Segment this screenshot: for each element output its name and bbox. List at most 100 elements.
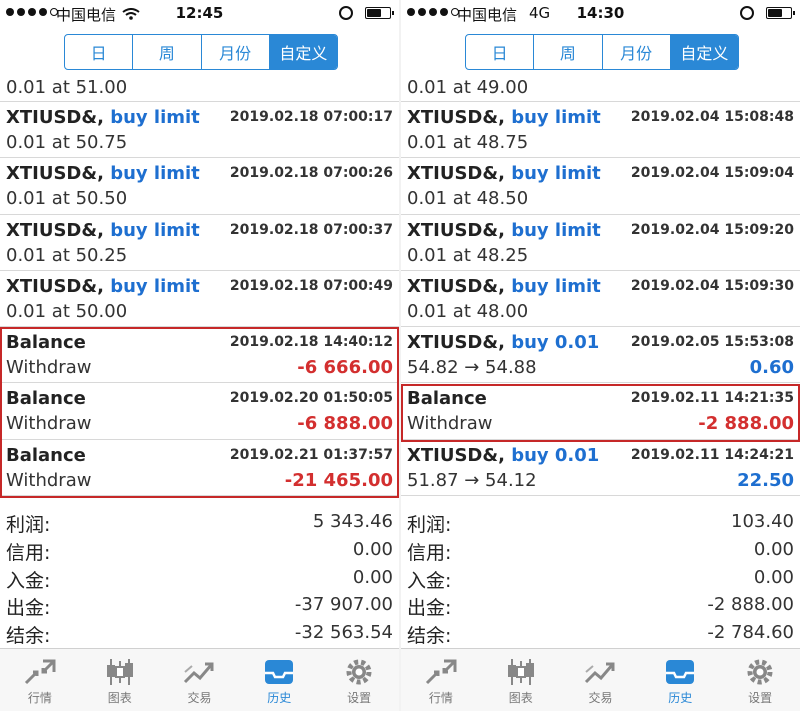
history-row[interactable]: XTIUSD&, buy 0.01 2019.02.05 15:53:08 54.8… — [401, 327, 800, 384]
tab-settings[interactable]: 设置 — [319, 649, 399, 711]
row-detail: 0.01 at 48.50 — [407, 188, 529, 210]
tab-label: 交易 — [588, 691, 613, 705]
bottom-tab-bar: 行情 图表 交易 历史 设置 — [0, 648, 399, 711]
arrows-icon — [0, 657, 80, 687]
row-datetime: 2019.02.18 07:00:37 — [229, 221, 393, 238]
symbol-name: Balance — [407, 388, 487, 410]
segment-custom[interactable]: 自定义 — [269, 35, 337, 69]
row-detail: 0.01 at 50.00 — [6, 300, 128, 322]
history-row[interactable]: Balance 2019.02.11 14:21:35 Withdraw -2 888… — [401, 383, 800, 440]
row-datetime: 2019.02.04 15:09:30 — [630, 277, 794, 294]
tab-label: 设置 — [748, 691, 773, 705]
row-detail: 0.01 at 48.75 — [407, 132, 529, 153]
row-detail: 0.01 at 48.25 — [407, 244, 529, 266]
summary-value: -2 888.00 — [707, 594, 794, 616]
symbol-name: XTIUSD&, — [6, 163, 104, 185]
segment-week[interactable]: 周 — [534, 35, 603, 69]
trend-icon — [561, 657, 641, 687]
tab-quotes[interactable]: 行情 — [0, 649, 80, 711]
list-item-fragment: 0.01 at 51.00 — [0, 74, 399, 102]
row-datetime: 2019.02.04 15:09:04 — [630, 165, 794, 182]
history-row[interactable]: XTIUSD&, buy limit 2019.02.04 15:08:48 0.0… — [401, 102, 800, 159]
summary-value: 0.00 — [352, 566, 393, 588]
history-row[interactable]: XTIUSD&, buy limit 2019.02.18 07:00:26 0.0… — [0, 158, 399, 215]
history-row[interactable]: XTIUSD&, buy limit 2019.02.18 07:00:17 0.0… — [0, 102, 399, 159]
summary-value: -2 784.60 — [707, 622, 794, 644]
order-action: buy 0.01 — [511, 444, 600, 466]
order-action: buy limit — [110, 275, 200, 297]
order-action: buy limit — [511, 275, 601, 297]
order-action: buy limit — [110, 163, 200, 185]
tab-trade[interactable]: 交易 — [160, 649, 240, 711]
tab-charts[interactable]: 图表 — [80, 649, 160, 711]
history-row[interactable]: Balance 2019.02.18 14:40:12 Withdraw -6 666… — [0, 327, 399, 384]
history-row[interactable]: Balance 2019.02.21 01:37:57 Withdraw -21 46… — [0, 440, 399, 497]
symbol-name: XTIUSD&, — [407, 107, 505, 128]
status-bar: 中国电信 4G 14:30 — [401, 0, 800, 26]
summary-value: 103.40 — [731, 511, 794, 532]
history-row[interactable]: XTIUSD&, buy limit 2019.02.18 07:00:37 0.0… — [0, 215, 399, 271]
left-phone-screen: 中国电信 12:45 日周月份 自定义 0.01 at 51.00 XTIUSD&, bu… — [0, 0, 399, 711]
battery-icon — [766, 7, 795, 19]
row-symbol: XTIUSD&, buy limit — [6, 107, 200, 128]
segment-day[interactable]: 日 — [65, 35, 134, 69]
summary-label: 出金: — [407, 597, 452, 620]
tab-label: 历史 — [668, 691, 693, 705]
order-action: buy limit — [511, 219, 601, 241]
history-row[interactable]: XTIUSD&, buy limit 2019.02.04 15:09:04 0.0… — [401, 158, 800, 215]
row-symbol: XTIUSD&, buy 0.01 — [407, 445, 599, 466]
segment-month[interactable]: 月份 — [603, 35, 671, 69]
period-segmented-control: 日周月份 自定义 — [465, 34, 739, 70]
row-symbol: XTIUSD&, buy limit — [6, 163, 200, 184]
tab-label: 设置 — [347, 691, 372, 705]
row-detail: 54.82 → 54.88 — [407, 357, 537, 379]
tab-quotes[interactable]: 行情 — [401, 649, 481, 711]
row-symbol: XTIUSD&, buy limit — [6, 276, 200, 297]
summary-label: 利润: — [6, 514, 51, 536]
row-amount: -2 888.00 — [698, 413, 794, 435]
segment-month[interactable]: 月份 — [202, 35, 270, 69]
tab-charts[interactable]: 图表 — [481, 649, 561, 711]
row-datetime: 2019.02.11 14:21:35 — [630, 390, 794, 407]
row-detail: 0.01 at 48.00 — [407, 300, 529, 322]
row-detail: Withdraw — [6, 357, 92, 379]
tab-history[interactable]: 历史 — [239, 649, 319, 711]
row-datetime: 2019.02.18 07:00:26 — [229, 165, 393, 182]
alarm-icon — [339, 6, 353, 20]
tab-settings[interactable]: 设置 — [720, 649, 800, 711]
history-row[interactable]: XTIUSD&, buy limit 2019.02.04 15:09:30 0.0… — [401, 271, 800, 328]
account-summary: 利润: 5 343.46 信用: 0.00 入金: 0.00 出金: -37 907.00 结余… — [0, 508, 399, 647]
bottom-tab-bar: 行情 图表 交易 历史 设置 — [401, 648, 800, 711]
history-row[interactable]: XTIUSD&, buy 0.01 2019.02.11 14:24:21 51.8… — [401, 440, 800, 497]
order-action: buy 0.01 — [511, 332, 600, 354]
segment-custom[interactable]: 自定义 — [670, 35, 738, 69]
tab-trade[interactable]: 交易 — [561, 649, 641, 711]
alarm-icon — [740, 6, 754, 20]
row-datetime: 2019.02.20 01:50:05 — [229, 390, 393, 407]
summary-label: 入金: — [6, 569, 51, 592]
row-detail: 0.01 at 50.50 — [6, 188, 128, 210]
tab-label: 交易 — [187, 691, 212, 705]
arrows-icon — [401, 657, 481, 687]
summary-label: 结余: — [6, 625, 51, 648]
summary-row: 利润: 5 343.46 — [0, 508, 399, 536]
summary-label: 出金: — [6, 597, 51, 620]
trend-icon — [160, 657, 240, 687]
row-detail: 0.01 at 50.75 — [6, 132, 128, 153]
row-datetime: 2019.02.04 15:09:20 — [630, 221, 794, 238]
row-datetime: 2019.02.11 14:24:21 — [630, 446, 794, 463]
history-row[interactable]: Balance 2019.02.20 01:50:05 Withdraw -6 888… — [0, 383, 399, 440]
segment-day[interactable]: 日 — [466, 35, 535, 69]
tab-label: 图表 — [107, 691, 132, 705]
row-symbol: XTIUSD&, buy limit — [6, 220, 200, 241]
history-row[interactable]: XTIUSD&, buy limit 2019.02.04 15:09:20 0.0… — [401, 215, 800, 271]
order-action: buy limit — [511, 107, 601, 128]
segment-week[interactable]: 周 — [133, 35, 202, 69]
history-row[interactable]: XTIUSD&, buy limit 2019.02.18 07:00:49 0.0… — [0, 271, 399, 328]
row-amount: -21 465.00 — [284, 469, 393, 491]
screenshot-composite: 中国电信 12:45 日周月份 自定义 0.01 at 51.00 XTIUSD&, bu… — [0, 0, 800, 711]
tab-history[interactable]: 历史 — [640, 649, 720, 711]
summary-label: 入金: — [407, 569, 452, 592]
tab-label: 历史 — [267, 691, 292, 705]
summary-row: 出金: -37 907.00 — [0, 591, 399, 619]
